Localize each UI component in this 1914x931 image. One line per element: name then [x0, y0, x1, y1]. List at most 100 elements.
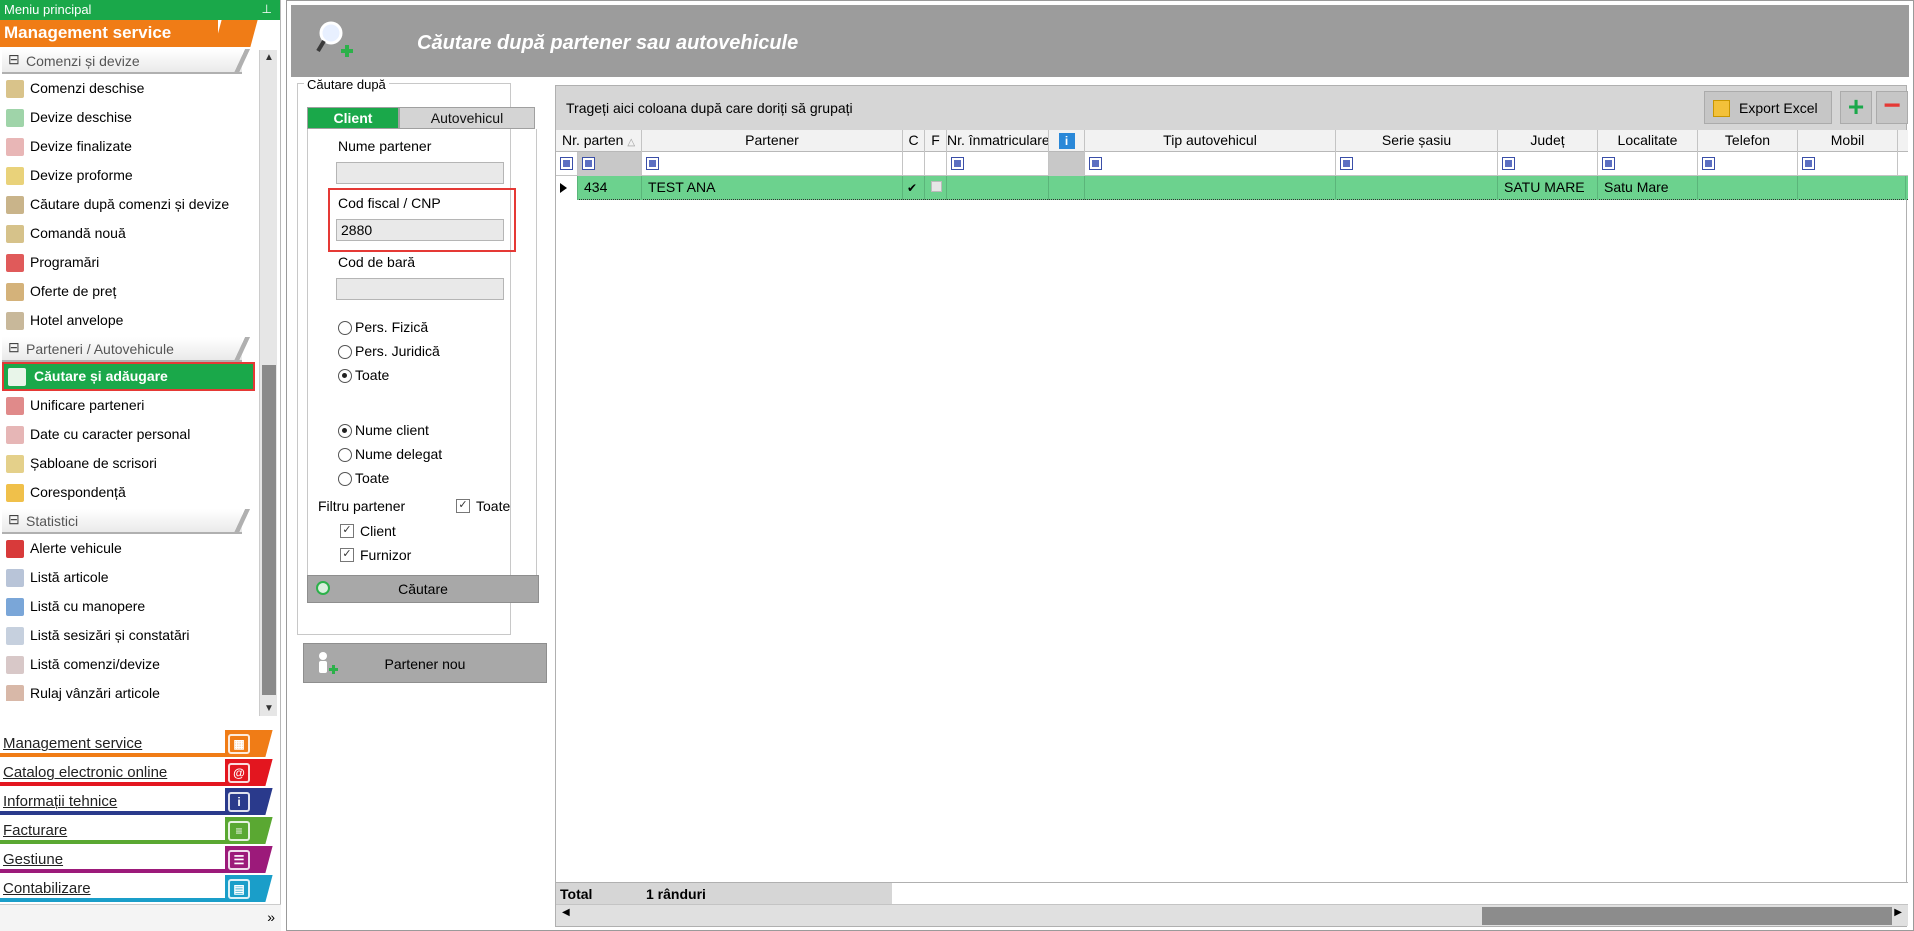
filter-furnizor-flag[interactable]: [925, 152, 947, 176]
sidebar-item-alerte-vehicule[interactable]: Alerte vehicule: [0, 534, 258, 563]
filter-judet[interactable]: [1498, 152, 1598, 176]
cell-localitate[interactable]: Satu Mare: [1598, 176, 1698, 200]
add-row-button[interactable]: +: [1840, 91, 1872, 124]
remove-row-button[interactable]: −: [1876, 91, 1908, 124]
col-nr-partener[interactable]: Nr. parten △: [556, 130, 642, 152]
filter-tip-autovehicul[interactable]: [1085, 152, 1336, 176]
sidebar-item-devize-proforme[interactable]: Devize proforme: [0, 161, 258, 190]
scroll-down-icon[interactable]: ▼: [262, 703, 276, 714]
filter-nr-partener[interactable]: [578, 152, 642, 176]
sidebar-item-rulaj-vanzari[interactable]: Rulaj vânzări articole: [0, 679, 258, 701]
radio-nume-client[interactable]: Nume client: [338, 422, 429, 438]
col-tip-autovehicul[interactable]: Tip autovehicul: [1085, 130, 1336, 152]
module-gestiune[interactable]: Gestiune ☰: [0, 846, 276, 873]
module-informatii-tehnice[interactable]: Informații tehnice i: [0, 788, 276, 815]
col-partener[interactable]: Partener: [642, 130, 903, 152]
export-excel-button[interactable]: Export Excel: [1704, 91, 1832, 124]
sidebar-item-devize-finalizate[interactable]: Devize finalizate: [0, 132, 258, 161]
radio-nume-delegat[interactable]: Nume delegat: [338, 446, 442, 462]
scroll-left-icon[interactable]: ◀: [562, 907, 570, 918]
cell-mobil[interactable]: [1798, 176, 1906, 200]
col-info[interactable]: i: [1049, 130, 1085, 152]
sidebar-item-lista-articole[interactable]: Listă articole: [0, 563, 258, 592]
sidebar-item-oferte-pret[interactable]: Oferte de preț: [0, 277, 258, 306]
scroll-up-icon[interactable]: ▲: [262, 52, 276, 63]
sidebar-item-corespondenta[interactable]: Corespondență: [0, 478, 258, 507]
col-judet[interactable]: Județ: [1498, 130, 1598, 152]
sidebar-item-programari[interactable]: Programări: [0, 248, 258, 277]
sidebar-item-lista-comenzi[interactable]: Listă comenzi/devize: [0, 650, 258, 679]
cell-nr-inmatriculare[interactable]: [947, 176, 1049, 200]
sidebar-item-lista-sesizari[interactable]: Listă sesizări și constatări: [0, 621, 258, 650]
group-header-parteneri[interactable]: Parteneri / Autovehicule: [0, 337, 258, 362]
tab-client[interactable]: Client: [307, 107, 399, 129]
filter-partener[interactable]: [642, 152, 903, 176]
radio-persoana-toate[interactable]: Toate: [338, 367, 389, 383]
filter-nr-inmatriculare[interactable]: [947, 152, 1049, 176]
module-facturare[interactable]: Facturare ≡: [0, 817, 276, 844]
sidebar-item-devize-deschise[interactable]: Devize deschise: [0, 103, 258, 132]
group-header-comenzi-devize[interactable]: Comenzi și devize: [0, 49, 258, 74]
cell-info[interactable]: [1049, 176, 1085, 200]
col-mobil[interactable]: Mobil: [1798, 130, 1898, 152]
cell-judet[interactable]: SATU MARE: [1498, 176, 1598, 200]
col-nr-inmatriculare[interactable]: Nr. înmatriculare: [947, 130, 1049, 152]
filter-telefon[interactable]: [1698, 152, 1798, 176]
new-partner-button[interactable]: Partener nou: [303, 643, 547, 683]
fiscal-code-input[interactable]: [336, 219, 504, 241]
filter-localitate[interactable]: [1598, 152, 1698, 176]
cell-serie-sasiu[interactable]: [1336, 176, 1498, 200]
radio-pers-fizica[interactable]: Pers. Fizică: [338, 319, 428, 335]
filter-client-flag[interactable]: [903, 152, 925, 176]
col-serie-sasiu[interactable]: Serie șasiu: [1336, 130, 1498, 152]
filter-clear[interactable]: [556, 152, 578, 176]
sidebar-item-comanda-noua[interactable]: Comandă nouă: [0, 219, 258, 248]
col-telefon[interactable]: Telefon: [1698, 130, 1798, 152]
sidebar-item-date-personale[interactable]: Date cu caracter personal: [0, 420, 258, 449]
col-localitate[interactable]: Localitate: [1598, 130, 1698, 152]
sidebar-item-lista-manopere[interactable]: Listă cu manopere: [0, 592, 258, 621]
filter-serie-sasiu[interactable]: [1336, 152, 1498, 176]
cell-partener[interactable]: TEST ANA: [642, 176, 903, 200]
group-header-statistici[interactable]: Statistici: [0, 509, 258, 534]
pin-icon[interactable]: ⊥: [262, 2, 272, 16]
chevron-double-down-icon[interactable]: »: [267, 909, 275, 925]
radio-pers-juridica[interactable]: Pers. Juridică: [338, 343, 440, 359]
scroll-thumb[interactable]: [1482, 907, 1892, 925]
filter-all-checkbox[interactable]: Toate: [456, 498, 510, 514]
module-management-service[interactable]: Management service ▦: [0, 730, 276, 757]
table-row[interactable]: 434 TEST ANA ✔ SATU MARE Satu Mare: [556, 176, 1908, 200]
sidebar-item-cautare-adaugare[interactable]: Căutare și adăugare: [2, 362, 255, 391]
sidebar-item-cautare-comenzi[interactable]: Căutare după comenzi și devize: [0, 190, 258, 219]
cell-tip-autovehicul[interactable]: [1085, 176, 1336, 200]
cell-client-flag[interactable]: ✔: [903, 176, 925, 200]
sidebar-item-comenzi-deschise[interactable]: Comenzi deschise: [0, 74, 258, 103]
module-header-management-service[interactable]: Management service: [0, 20, 258, 47]
sidebar-footer[interactable]: »: [0, 904, 281, 931]
sidebar-scrollbar[interactable]: ▲ ▼: [259, 50, 277, 716]
filter-client-checkbox[interactable]: Client: [340, 523, 396, 539]
partner-name-input[interactable]: [336, 162, 504, 184]
sidebar-item-unificare-parteneri[interactable]: Unificare parteneri: [0, 391, 258, 420]
col-furnizor-flag[interactable]: F: [925, 130, 947, 152]
row-indicator: [556, 176, 578, 200]
cell-furnizor-flag[interactable]: [925, 176, 947, 200]
filter-mobil[interactable]: [1798, 152, 1898, 176]
scroll-thumb[interactable]: [262, 365, 276, 695]
scroll-right-icon[interactable]: ▶: [1894, 907, 1902, 918]
col-client-flag[interactable]: C: [903, 130, 925, 152]
cell-nr-partener[interactable]: 434: [578, 176, 642, 200]
group-by-bar[interactable]: Trageți aici coloana după care doriți să…: [556, 86, 1908, 130]
sidebar-item-hotel-anvelope[interactable]: Hotel anvelope: [0, 306, 258, 335]
module-contabilizare[interactable]: Contabilizare ▤: [0, 875, 276, 902]
cell-telefon[interactable]: [1698, 176, 1798, 200]
radio-nume-toate[interactable]: Toate: [338, 470, 389, 486]
search-button[interactable]: Căutare: [307, 575, 539, 603]
sidebar-item-sabloane-scrisori[interactable]: Șabloane de scrisori: [0, 449, 258, 478]
barcode-input[interactable]: [336, 278, 504, 300]
grid-horizontal-scrollbar[interactable]: ◀ ▶: [556, 904, 1908, 926]
tab-autovehicul[interactable]: Autovehicul: [399, 107, 535, 129]
filter-furnizor-checkbox[interactable]: Furnizor: [340, 547, 411, 563]
filter-info[interactable]: [1049, 152, 1085, 176]
module-catalog-electronic[interactable]: Catalog electronic online @: [0, 759, 276, 786]
